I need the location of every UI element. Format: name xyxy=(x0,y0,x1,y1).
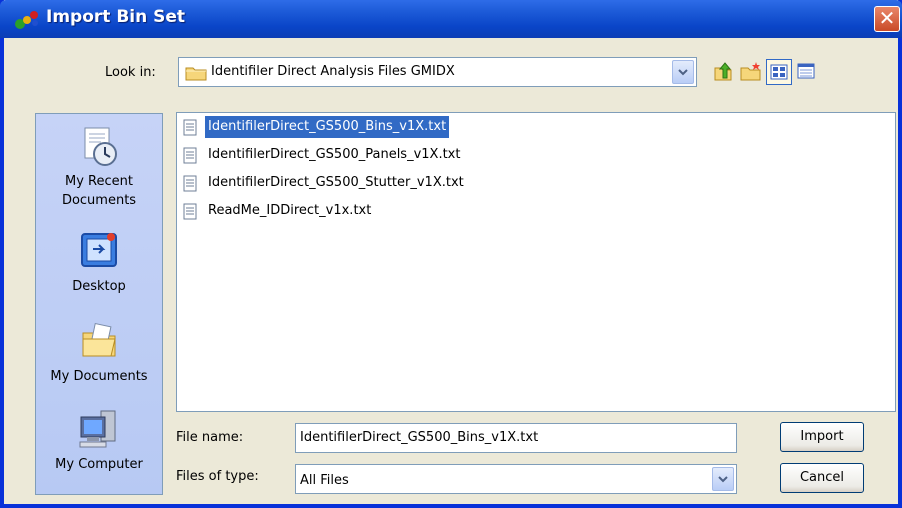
file-list[interactable]: IdentifilerDirect_GS500_Bins_v1X.txt Ide… xyxy=(176,112,896,412)
details-icon xyxy=(797,63,815,79)
text-file-icon xyxy=(183,203,197,220)
file-type-value: All Files xyxy=(300,473,349,488)
place-label-2: Documents xyxy=(61,193,137,208)
views-icon xyxy=(770,64,788,80)
place-my-computer[interactable]: My Computer xyxy=(36,407,162,474)
title-bar[interactable]: Import Bin Set ✕ xyxy=(0,0,902,38)
text-file-icon xyxy=(183,119,197,136)
place-my-recent-documents[interactable]: My Recent Documents xyxy=(36,124,162,210)
file-name: ReadMe_IDDirect_v1x.txt xyxy=(208,203,372,218)
file-type-dropdown[interactable]: All Files xyxy=(295,464,737,494)
my-computer-icon xyxy=(79,410,116,448)
file-name-label: File name: xyxy=(176,430,244,445)
text-file-icon xyxy=(183,147,197,164)
recent-documents-icon xyxy=(84,127,117,166)
place-my-documents[interactable]: My Documents xyxy=(36,319,162,386)
chevron-down-icon[interactable] xyxy=(672,60,694,84)
import-bin-set-dialog: Import Bin Set ✕ Look in: Identifiler Di… xyxy=(0,0,902,508)
place-desktop[interactable]: Desktop xyxy=(36,229,162,296)
file-name: IdentifilerDirect_GS500_Panels_v1X.txt xyxy=(208,147,461,162)
window-title: Import Bin Set xyxy=(46,7,186,27)
place-label: Desktop xyxy=(72,279,126,294)
cancel-button[interactable]: Cancel xyxy=(780,463,864,493)
my-documents-icon xyxy=(82,322,116,357)
file-name: IdentifilerDirect_GS500_Stutter_v1X.txt xyxy=(208,175,464,190)
up-folder-icon xyxy=(714,62,732,81)
up-folder-button[interactable] xyxy=(710,59,736,85)
file-type-label: Files of type: xyxy=(176,469,259,484)
app-icon xyxy=(15,11,38,29)
chevron-down-icon[interactable] xyxy=(712,467,734,491)
text-file-icon xyxy=(183,175,197,192)
close-icon: ✕ xyxy=(878,6,896,30)
folder-icon xyxy=(185,67,207,81)
places-bar: My Recent Documents Desktop My Documents xyxy=(35,113,163,495)
look-in-label: Look in: xyxy=(105,65,156,80)
place-label: My Documents xyxy=(50,369,148,384)
look-in-value: Identifiler Direct Analysis Files GMIDX xyxy=(211,64,455,79)
place-label: My Recent xyxy=(65,174,133,189)
look-in-dropdown[interactable]: Identifiler Direct Analysis Files GMIDX xyxy=(178,57,697,87)
details-view-button[interactable] xyxy=(794,59,820,85)
file-name-value: IdentifilerDirect_GS500_Bins_v1X.txt xyxy=(300,430,539,445)
file-name-input[interactable]: IdentifilerDirect_GS500_Bins_v1X.txt xyxy=(295,423,737,453)
new-folder-button[interactable] xyxy=(738,59,764,85)
close-button[interactable]: ✕ xyxy=(874,6,900,32)
file-name: IdentifilerDirect_GS500_Bins_v1X.txt xyxy=(205,116,450,138)
desktop-icon xyxy=(81,233,117,267)
place-label: My Computer xyxy=(55,457,143,472)
views-menu-button[interactable] xyxy=(766,59,792,85)
import-button[interactable]: Import xyxy=(780,422,864,452)
new-folder-icon xyxy=(740,62,761,81)
